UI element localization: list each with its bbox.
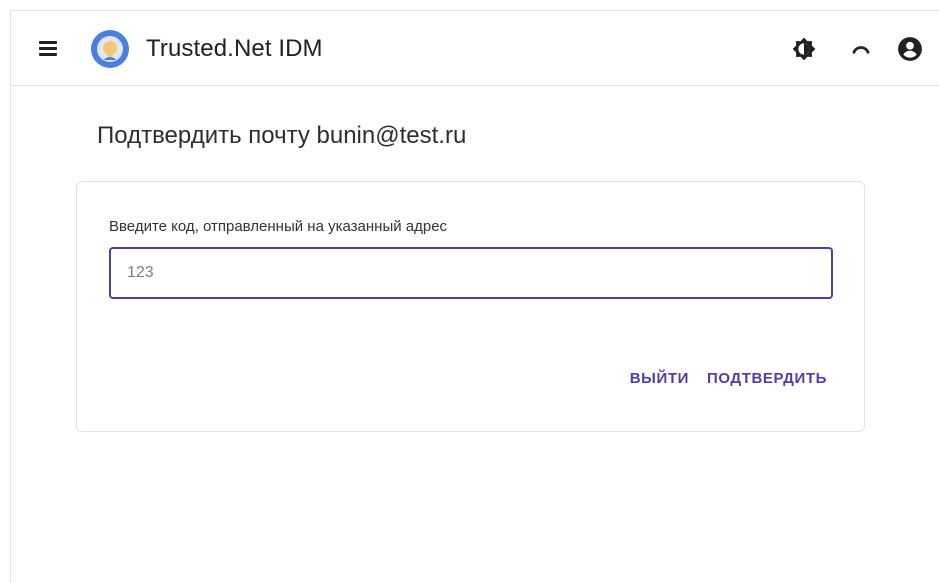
confirm-email-card: Введите код, отправленный на указанный а… bbox=[76, 181, 865, 432]
form-actions: ВЫЙТИ ПОДТВЕРДИТЬ bbox=[630, 370, 827, 388]
loading-spinner-icon bbox=[852, 46, 870, 54]
code-field-label: Введите код, отправленный на указанный а… bbox=[109, 218, 448, 235]
theme-toggle-icon[interactable] bbox=[791, 36, 817, 62]
app-window: Trusted.Net IDM Подтвердить почту bunin@… bbox=[10, 10, 939, 583]
app-header: Trusted.Net IDM bbox=[11, 11, 939, 86]
logout-button[interactable]: ВЫЙТИ bbox=[630, 370, 689, 388]
menu-icon[interactable] bbox=[38, 37, 60, 59]
app-logo bbox=[91, 30, 129, 68]
page-title: Подтвердить почту bunin@test.ru bbox=[97, 122, 467, 149]
account-icon[interactable] bbox=[897, 36, 923, 62]
confirm-button[interactable]: ПОДТВЕРДИТЬ bbox=[707, 370, 827, 388]
code-input[interactable] bbox=[109, 247, 833, 299]
app-title: Trusted.Net IDM bbox=[146, 35, 323, 62]
